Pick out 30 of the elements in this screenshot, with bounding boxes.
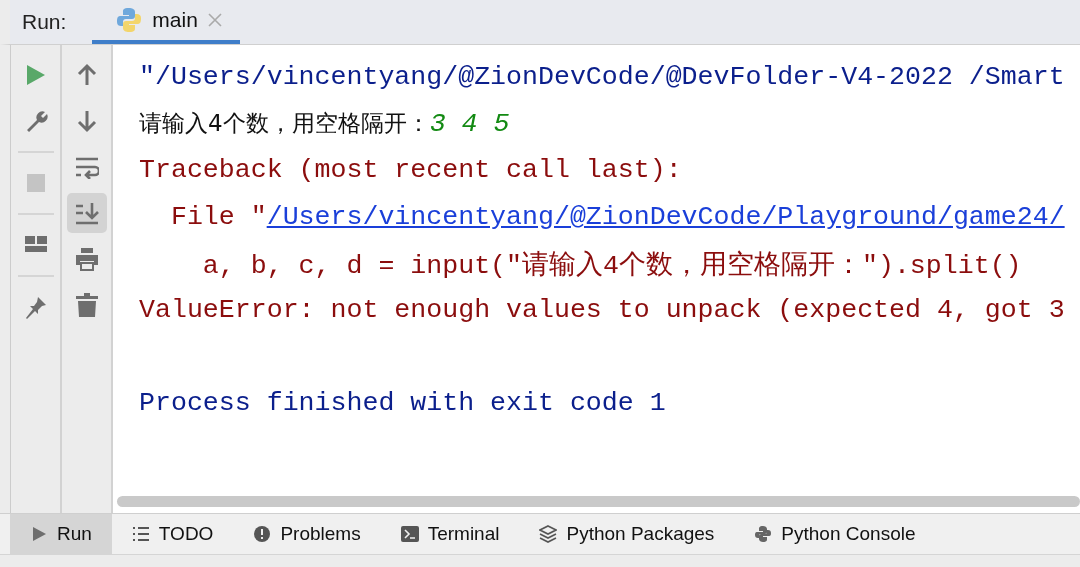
- terminal-icon: [400, 525, 419, 543]
- panel-title: Run:: [22, 10, 67, 34]
- console-text: ValueError: not enough values to unpack (expected 4, got 3: [139, 295, 1065, 326]
- run-icon: [30, 525, 48, 543]
- tool-window-tab[interactable]: Terminal: [380, 514, 520, 554]
- tool-window-tab[interactable]: Python Packages: [519, 514, 735, 554]
- console-text: 3 4 5: [429, 108, 510, 139]
- layers-icon: [539, 525, 558, 543]
- file-link[interactable]: /Users/vincentyang/@ZionDevCode/Playground/game24/: [266, 202, 1065, 233]
- pin-icon: [23, 295, 48, 319]
- soft-wrap-icon: [74, 155, 99, 179]
- console-text: File ": [169, 202, 267, 233]
- tool-window-tab[interactable]: TODO: [111, 514, 234, 554]
- tool-window-tab[interactable]: Problems: [233, 514, 381, 554]
- trash-icon: [74, 293, 99, 317]
- printer-icon: [74, 247, 99, 271]
- horizontal-scrollbar[interactable]: [117, 496, 1080, 507]
- console-text: 请输入4个数，用空格隔开：: [139, 109, 430, 139]
- scroll-to-end-icon: [74, 201, 99, 225]
- console-text: "/Users/vincentyang/@ZionDevCode/@DevFolder-V4-2022 /Smart: [139, 62, 1065, 93]
- tool-window-tab[interactable]: Python Console: [734, 514, 936, 554]
- list-icon: [131, 525, 150, 543]
- tool-window-tab[interactable]: Run: [10, 514, 112, 554]
- python-logo-icon: [754, 525, 773, 543]
- console-text: a, b, c, d = input("请输入4个数，用空格隔开：").split(): [201, 249, 1022, 282]
- console-text: Process finished with exit code 1: [139, 388, 666, 419]
- python-logo-icon: [116, 7, 143, 33]
- console-text: Traceback (most recent call last):: [139, 155, 682, 186]
- toggle-button[interactable]: [66, 193, 107, 233]
- exclamation-icon: [253, 525, 272, 543]
